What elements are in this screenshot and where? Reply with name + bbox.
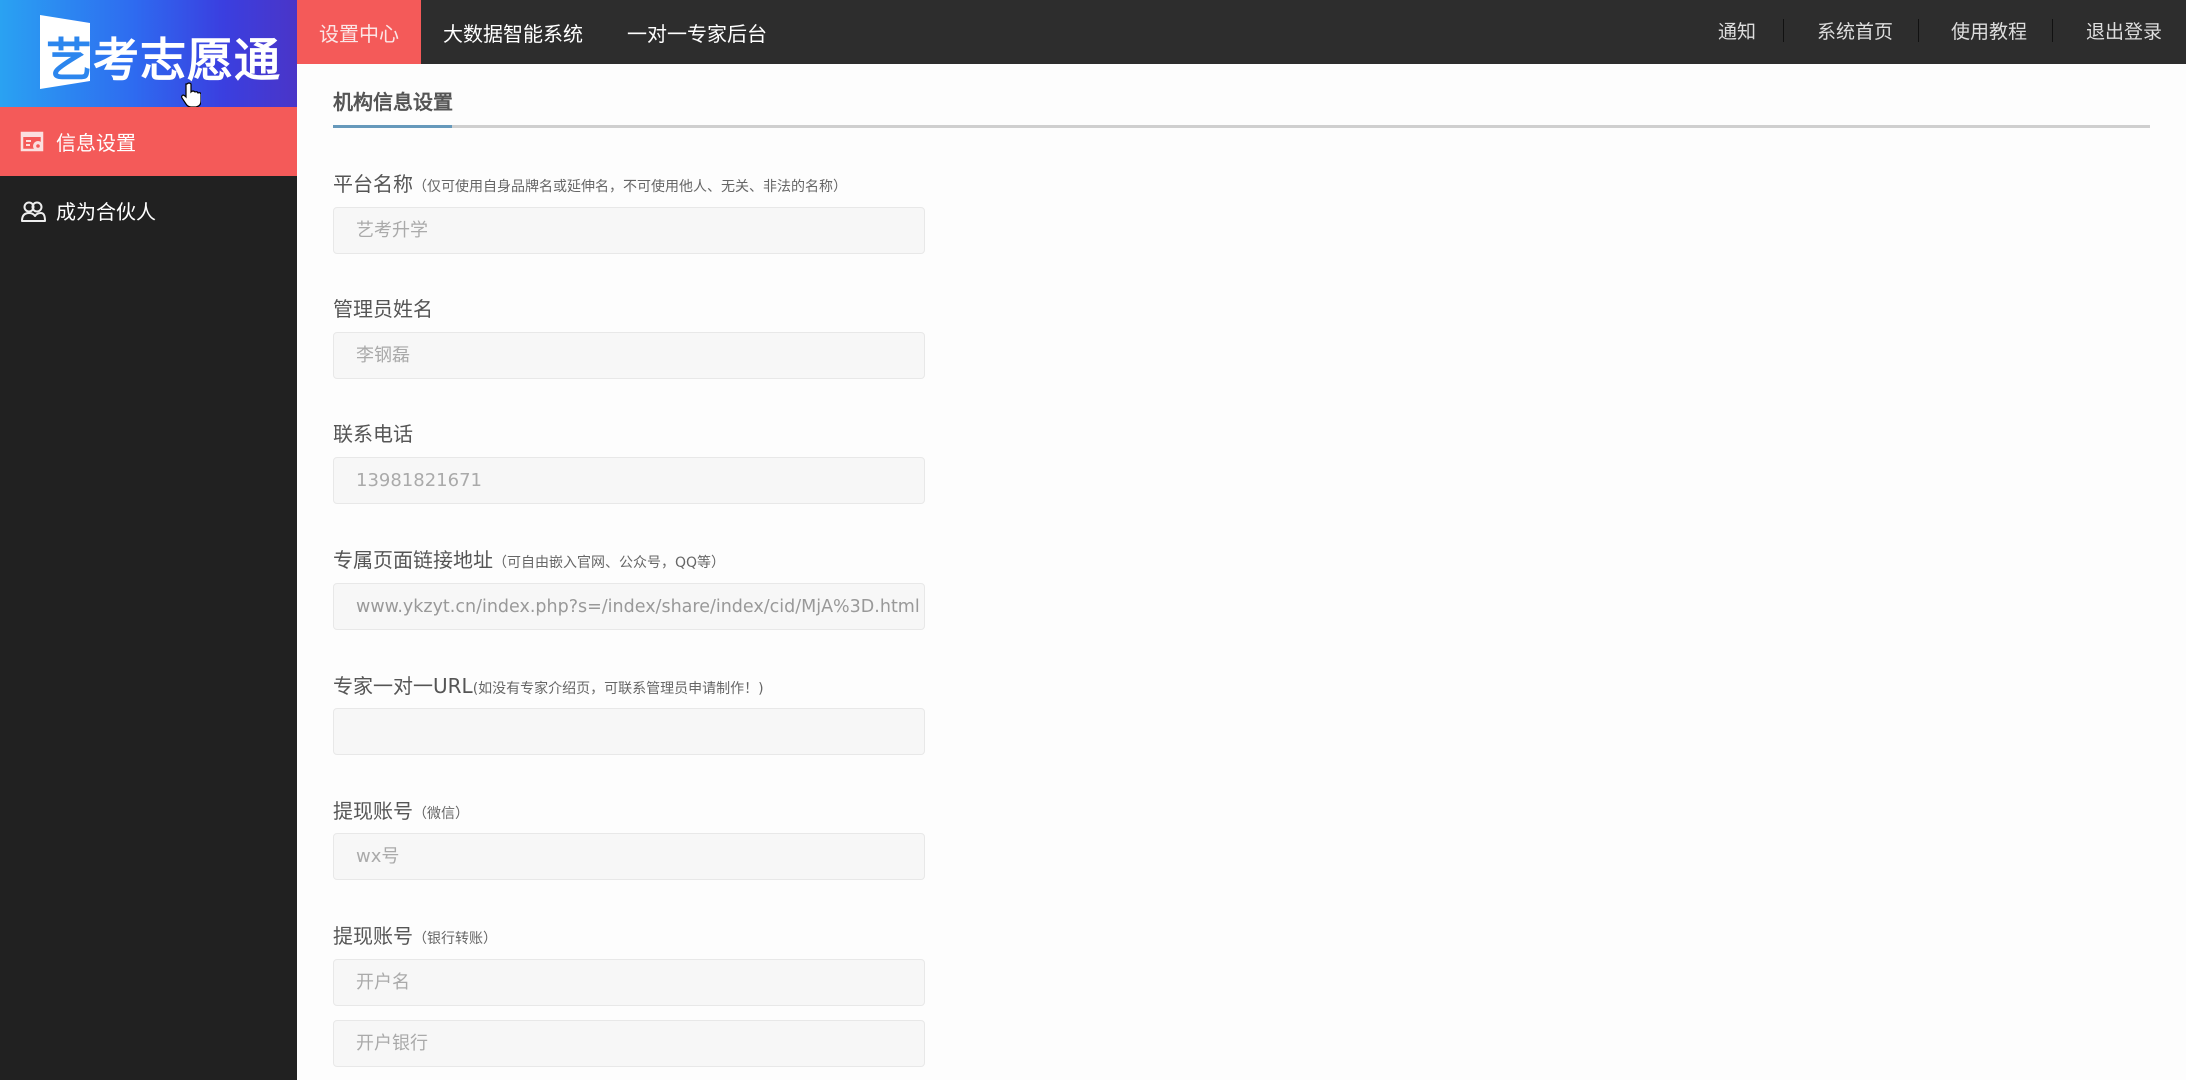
title-divider: [333, 125, 2150, 128]
bank-account-label: 提现账号（银行转账）: [333, 920, 497, 949]
field-hint: （银行转账）: [413, 931, 497, 947]
sidebar: 艺考志愿通 信息设置 成为合伙人: [0, 0, 297, 1080]
field-hint: （仅可使用自身品牌名或延伸名，不可使用他人、无关、非法的名称）: [413, 179, 847, 195]
account-holder-input[interactable]: [333, 959, 925, 1006]
sidebar-item-info-settings[interactable]: 信息设置: [0, 107, 297, 176]
tab-big-data-system[interactable]: 大数据智能系统: [443, 0, 583, 64]
page-link-input[interactable]: [333, 583, 925, 630]
bank-name-input[interactable]: [333, 1020, 925, 1067]
nav-separator: [1918, 19, 1919, 42]
notifications-link[interactable]: 通知: [1718, 0, 1756, 60]
field-label-text: 专家一对一URL: [333, 674, 473, 698]
tab-expert-backend[interactable]: 一对一专家后台: [627, 0, 767, 64]
field-label-text: 管理员姓名: [333, 297, 433, 321]
field-hint: (如没有专家介绍页，可联系管理员申请制作！): [472, 681, 764, 697]
sidebar-item-become-partner[interactable]: 成为合伙人: [0, 176, 297, 245]
main-content: 机构信息设置 平台名称（仅可使用自身品牌名或延伸名，不可使用他人、无关、非法的名…: [297, 64, 2186, 1080]
wechat-account-input[interactable]: [333, 833, 925, 880]
sidebar-item-label: 成为合伙人: [56, 200, 156, 224]
field-label-text: 平台名称: [333, 172, 413, 196]
platform-name-input[interactable]: [333, 207, 925, 254]
expert-url-input[interactable]: [333, 708, 925, 755]
top-navbar: 设置中心 大数据智能系统 一对一专家后台 通知 系统首页 使用教程 退出登录: [297, 0, 2186, 64]
field-label-text: 提现账号: [333, 924, 413, 948]
logo-text: 艺考志愿通: [46, 24, 281, 90]
logout-link[interactable]: 退出登录: [2086, 0, 2162, 60]
field-label-text: 提现账号: [333, 799, 413, 823]
page-title: 机构信息设置: [333, 90, 453, 114]
logo-rest: 考志愿通: [93, 33, 281, 87]
tab-settings-center[interactable]: 设置中心: [297, 0, 421, 64]
field-hint: （微信）: [413, 806, 469, 822]
admin-name-label: 管理员姓名: [333, 293, 433, 322]
system-home-link[interactable]: 系统首页: [1817, 0, 1893, 60]
tutorial-link[interactable]: 使用教程: [1951, 0, 2027, 60]
field-label-text: 联系电话: [333, 422, 413, 446]
users-icon: [20, 198, 46, 224]
wechat-account-label: 提现账号（微信）: [333, 795, 469, 824]
logo[interactable]: 艺考志愿通: [0, 0, 297, 108]
sidebar-item-label: 信息设置: [56, 131, 136, 155]
nav-separator: [2052, 19, 2053, 42]
expert-url-label: 专家一对一URL(如没有专家介绍页，可联系管理员申请制作！): [333, 670, 764, 699]
logo-first-char: 艺: [46, 33, 93, 87]
field-label-text: 专属页面链接地址: [333, 548, 493, 572]
phone-label: 联系电话: [333, 418, 413, 447]
settings-card-icon: [20, 129, 46, 155]
admin-name-input[interactable]: [333, 332, 925, 379]
hand-cursor-icon: [181, 82, 201, 108]
nav-separator: [1783, 19, 1784, 42]
field-hint: （可自由嵌入官网、公众号，QQ等）: [493, 555, 726, 571]
title-divider-accent: [333, 125, 452, 128]
phone-input[interactable]: [333, 457, 925, 504]
page-link-label: 专属页面链接地址（可自由嵌入官网、公众号，QQ等）: [333, 544, 725, 573]
platform-name-label: 平台名称（仅可使用自身品牌名或延伸名，不可使用他人、无关、非法的名称）: [333, 168, 847, 197]
